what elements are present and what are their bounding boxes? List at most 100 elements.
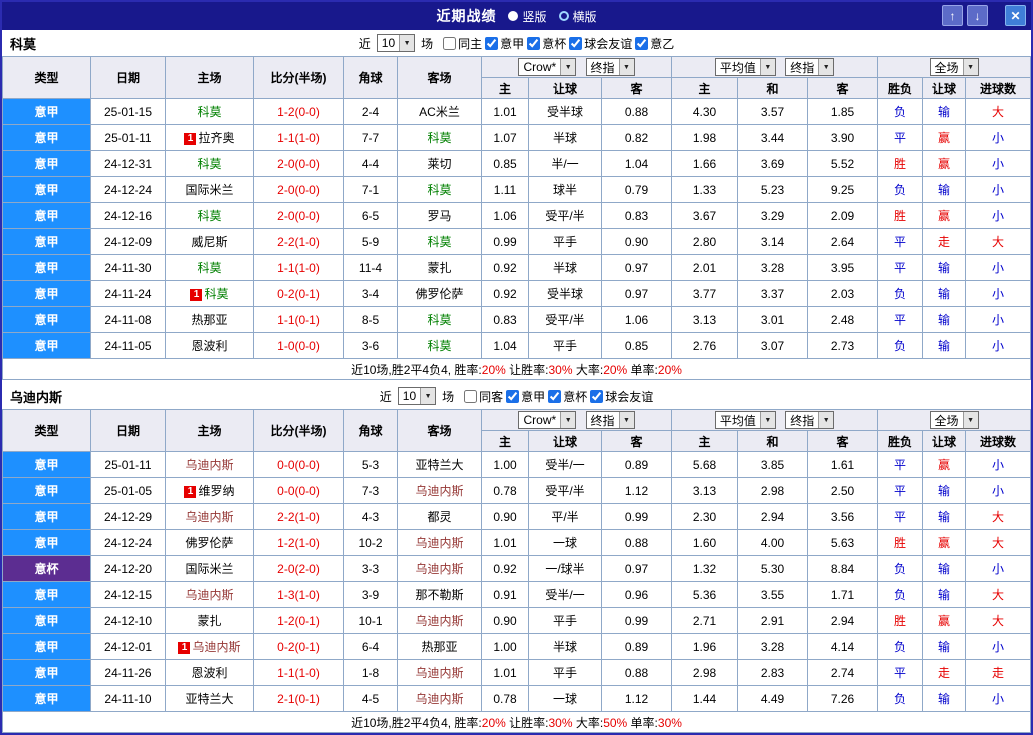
filter-checkbox[interactable] (527, 36, 541, 50)
score-cell: 0-0(0-0) (253, 477, 344, 504)
team-label: 维罗纳 (198, 484, 235, 498)
score-cell: 1-2(0-1) (253, 607, 344, 634)
handicap-line-cell: 平手 (528, 228, 602, 255)
filter-checkbox[interactable] (569, 36, 583, 50)
date-cell: 24-12-31 (90, 150, 166, 177)
away-team-cell: 科莫 (397, 332, 482, 359)
corners-cell: 1-8 (343, 659, 398, 686)
score-cell: 2-0(0-0) (253, 202, 344, 229)
filter-checkbox[interactable] (464, 389, 478, 403)
filter-coppa-italia[interactable]: 意杯 (527, 35, 566, 52)
handicap-result-cell: 输 (922, 306, 967, 333)
filter-checkbox[interactable] (506, 389, 520, 403)
bookmaker-select[interactable]: Crow* ▼ (518, 58, 577, 76)
match-row: 意甲 24-12-01 1 乌迪内斯 0-2(0-1) 6-4 热那亚 1.00 半球 0.89 1… (2, 633, 1031, 660)
filter-checkbox[interactable] (548, 389, 562, 403)
handicap-home-odds-cell: 1.01 (481, 529, 529, 556)
filter-checkbox[interactable] (443, 36, 457, 50)
filter-checkbox[interactable] (590, 389, 604, 403)
team-label: 科莫 (197, 105, 222, 119)
summary-segment: 30% (548, 715, 573, 730)
home-team-cell: 国际米兰 (165, 176, 254, 203)
final-odds-select[interactable]: 终指 ▼ (785, 411, 835, 429)
handicap-result-cell: 输 (922, 98, 967, 125)
filter-serie-a[interactable]: 意甲 (485, 35, 524, 52)
titlebar-buttons: ↑ ↓ ✕ (942, 5, 1026, 26)
result-cell: 负 (877, 280, 924, 307)
home-team-cell: 科莫 (165, 150, 254, 177)
chevron-down-icon: ▼ (962, 59, 978, 75)
filter-coppa-italia[interactable]: 意杯 (548, 388, 587, 405)
team-label: 莱切 (427, 157, 452, 171)
team-label: 乌迪内斯 (415, 536, 464, 550)
filter-checkbox[interactable] (635, 36, 649, 50)
col-score: 比分(半场) (253, 409, 344, 452)
avg-away-odds-cell: 5.52 (807, 150, 879, 177)
corners-cell: 7-3 (343, 477, 398, 504)
average-select[interactable]: 平均值 ▼ (714, 411, 776, 429)
chevron-down-icon: ▼ (759, 59, 775, 75)
match-row: 意杯 24-12-20 国际米兰 2-0(2-0) 3-3 乌迪内斯 0.92 一/球半 0.9… (2, 555, 1031, 582)
goals-result-cell: 小 (965, 633, 1031, 660)
away-team-cell: 罗马 (397, 202, 482, 229)
final-odds-select[interactable]: 终指 ▼ (785, 58, 835, 76)
home-team-cell: 恩波利 (165, 659, 254, 686)
red-card-badge: 1 (184, 486, 197, 498)
filter-serie-b[interactable]: 意乙 (635, 35, 674, 52)
summary-segment: 20% (603, 362, 628, 377)
filter-serie-a[interactable]: 意甲 (506, 388, 545, 405)
team-label: 科莫 (427, 183, 452, 197)
filter-same-home[interactable]: 同主 (443, 35, 482, 52)
subcol-away-odds: 客 (600, 77, 673, 99)
final-odds-select[interactable]: 终指 ▼ (585, 411, 635, 429)
away-team-cell: 莱切 (397, 150, 482, 177)
radio-vertical-layout[interactable]: 竖版 (508, 8, 547, 25)
team-label: 科莫 (427, 131, 452, 145)
handicap-home-odds-cell: 1.00 (481, 451, 529, 478)
near-label: 近 (358, 36, 371, 51)
goals-result-cell: 小 (965, 176, 1031, 203)
away-team-cell: 乌迪内斯 (397, 555, 482, 582)
avg-home-odds-cell: 1.44 (671, 685, 739, 712)
final-odds-select[interactable]: 终指 ▼ (585, 58, 635, 76)
handicap-away-odds-cell: 1.04 (600, 150, 673, 177)
avg-away-odds-cell: 3.95 (807, 254, 879, 281)
move-up-button[interactable]: ↑ (942, 5, 963, 26)
league-type-cell: 意甲 (2, 633, 91, 660)
corners-cell: 6-5 (343, 202, 398, 229)
scope-select[interactable]: 全场 ▼ (929, 58, 979, 76)
date-cell: 24-11-24 (90, 280, 166, 307)
close-button[interactable]: ✕ (1005, 5, 1026, 26)
date-cell: 24-11-26 (90, 659, 166, 686)
avg-home-odds-cell: 1.33 (671, 176, 739, 203)
handicap-line-cell: 受平/半 (528, 202, 602, 229)
average-select[interactable]: 平均值 ▼ (714, 58, 776, 76)
filter-club-friendly[interactable]: 球会友谊 (590, 388, 653, 405)
radio-horizontal-layout[interactable]: 横版 (558, 8, 597, 25)
handicap-away-odds-cell: 0.79 (600, 176, 673, 203)
avg-away-odds-cell: 4.14 (807, 633, 879, 660)
filter-club-friendly[interactable]: 球会友谊 (569, 35, 632, 52)
avg-away-odds-cell: 3.90 (807, 124, 879, 151)
match-count-select[interactable]: 10 ▼ (397, 387, 437, 405)
goals-result-cell: 大 (965, 98, 1031, 125)
bookmaker-select[interactable]: Crow* ▼ (518, 411, 577, 429)
avg-home-odds-cell: 3.67 (671, 202, 739, 229)
avg-away-odds-cell: 8.84 (807, 555, 879, 582)
avg-home-odds-cell: 2.98 (671, 659, 739, 686)
team-label: 乌迪内斯 (185, 458, 234, 472)
result-cell: 平 (877, 306, 924, 333)
match-count-select[interactable]: 10 ▼ (376, 34, 416, 52)
move-down-button[interactable]: ↓ (967, 5, 988, 26)
handicap-result-cell: 赢 (922, 451, 967, 478)
scope-select[interactable]: 全场 ▼ (929, 411, 979, 429)
avg-away-odds-cell: 2.09 (807, 202, 879, 229)
goals-result-cell: 小 (965, 555, 1031, 582)
chevron-down-icon: ▼ (618, 412, 634, 428)
filter-same-away[interactable]: 同客 (464, 388, 503, 405)
summary-segment: 30% (548, 362, 573, 377)
handicap-home-odds-cell: 0.92 (481, 555, 529, 582)
filter-checkbox[interactable] (485, 36, 499, 50)
result-cell: 平 (877, 254, 924, 281)
date-cell: 24-12-01 (90, 633, 166, 660)
